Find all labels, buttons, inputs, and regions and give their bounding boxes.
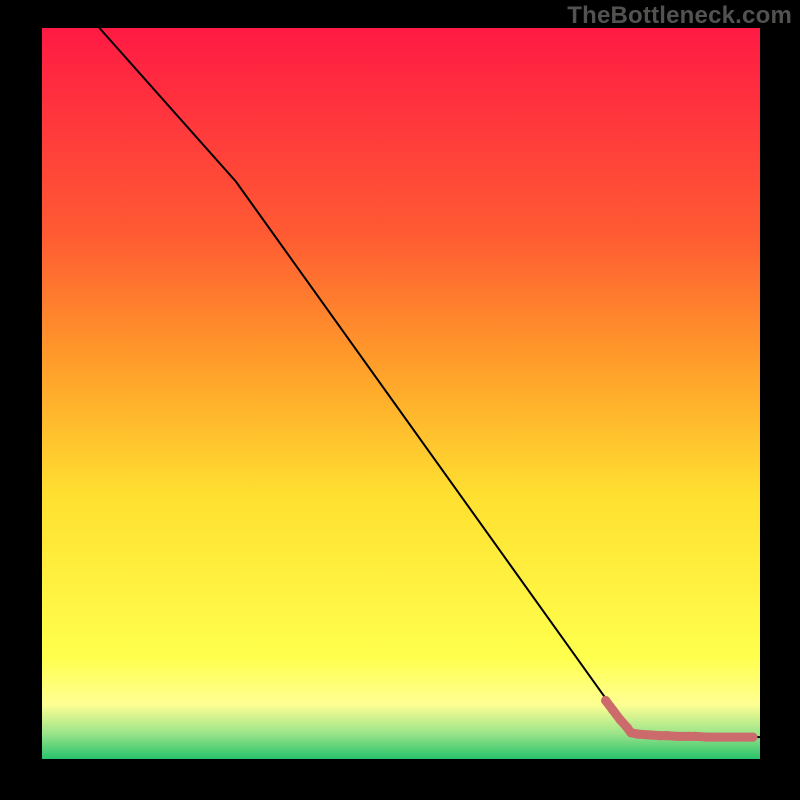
chart-frame: TheBottleneck.com bbox=[0, 0, 800, 800]
highlight-point bbox=[723, 732, 732, 741]
highlight-point bbox=[709, 732, 718, 741]
highlight-point bbox=[748, 732, 757, 741]
highlight-point bbox=[691, 732, 700, 741]
highlight-point bbox=[615, 715, 624, 724]
highlight-point bbox=[662, 731, 671, 740]
highlight-point bbox=[644, 730, 653, 739]
highlight-point bbox=[601, 696, 610, 705]
highlight-point bbox=[633, 730, 642, 739]
highlight-point bbox=[608, 705, 617, 714]
chart-svg bbox=[42, 28, 760, 759]
gradient-background bbox=[42, 28, 760, 759]
plot-area bbox=[42, 28, 760, 759]
watermark-text: TheBottleneck.com bbox=[567, 2, 792, 30]
highlight-point bbox=[673, 732, 682, 741]
